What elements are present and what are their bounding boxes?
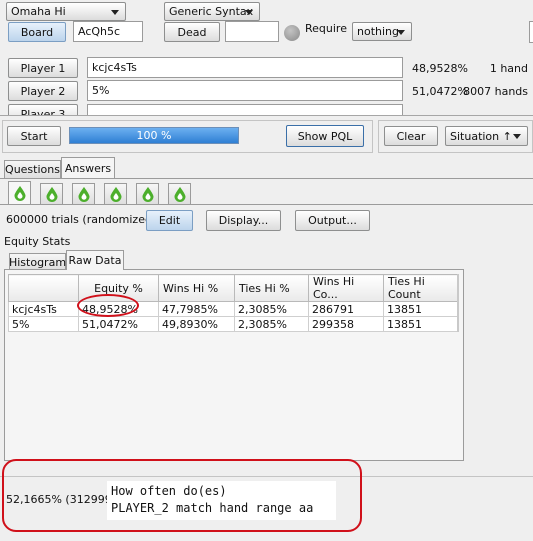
table-cell: 286791: [308, 301, 384, 317]
output-button[interactable]: Output...: [295, 210, 370, 231]
table-cell: 49,8930%: [158, 316, 235, 332]
edit-button[interactable]: Edit: [146, 210, 193, 231]
chevron-down-icon: [513, 134, 521, 139]
situation-select-value: Situation ↑: [450, 129, 512, 143]
dead-field[interactable]: [225, 21, 279, 42]
game-select-value: Omaha Hi: [11, 5, 66, 18]
table-cell: 13851: [383, 301, 459, 317]
syntax-select-value: Generic Syntax: [169, 5, 254, 18]
player-2-hands: 8007 hands: [463, 85, 528, 98]
clear-button[interactable]: Clear: [384, 126, 438, 146]
chevron-down-icon: [111, 9, 119, 15]
trials-text: 600000 trials (randomized): [6, 213, 157, 226]
table-cell: 13851: [383, 316, 459, 332]
equity-stats-label: Equity Stats: [4, 235, 71, 248]
annotation-ellipse: [77, 294, 139, 317]
chevron-down-icon: [397, 29, 405, 35]
situation-select[interactable]: Situation ↑: [445, 126, 528, 146]
column-header[interactable]: Ties Hi %: [234, 274, 309, 302]
tab-questions[interactable]: Questions: [4, 160, 61, 178]
player-1-button[interactable]: Player 1: [8, 58, 78, 78]
drop-icon: [110, 187, 121, 202]
require-select-value: nothing: [357, 25, 399, 38]
tab-answers[interactable]: Answers: [61, 157, 115, 178]
player-drop-tab[interactable]: [8, 181, 31, 204]
tab-histogram[interactable]: Histogram: [9, 253, 66, 270]
show-pql-button[interactable]: Show PQL: [286, 125, 364, 147]
table-cell: 299358: [308, 316, 384, 332]
player-drop-tab[interactable]: [168, 183, 191, 204]
player-drop-tab[interactable]: [40, 183, 63, 204]
player-3-button[interactable]: Player 3: [8, 104, 78, 115]
drop-tab-baseline: [0, 204, 533, 205]
table-cell: 5%: [8, 316, 79, 332]
drop-icon: [142, 187, 153, 202]
player-3-range-input[interactable]: [87, 104, 403, 115]
player-3-row-clip: Player 3: [0, 104, 533, 115]
syntax-select[interactable]: Generic Syntax: [164, 2, 260, 21]
board-field[interactable]: AcQh5c: [73, 21, 143, 42]
tab-baseline: [0, 178, 533, 179]
table-cell: 2,3085%: [234, 316, 309, 332]
table-row[interactable]: 5% 51,0472% 49,8930% 2,3085% 299358 1385…: [8, 316, 459, 332]
player-1-hands: 1 hand: [489, 62, 528, 75]
column-header[interactable]: [8, 274, 79, 302]
results-table: Equity % Wins Hi % Ties Hi % Wins Hi Co.…: [8, 274, 459, 332]
player-1-range-input[interactable]: kcjc4sTs: [87, 57, 403, 78]
column-header[interactable]: Ties Hi Count: [383, 274, 459, 302]
player-2-button[interactable]: Player 2: [8, 81, 78, 101]
player-2-range-input[interactable]: 5%: [87, 80, 403, 101]
scrollbar-track[interactable]: [457, 274, 459, 332]
divider: [0, 115, 533, 116]
table-header-row: Equity % Wins Hi % Ties Hi % Wins Hi Co.…: [8, 274, 459, 302]
drop-icon: [14, 186, 25, 201]
require-label: Require: [305, 22, 347, 35]
results-table-wrap: Equity % Wins Hi % Ties Hi % Wins Hi Co.…: [8, 274, 459, 332]
annotation-rect: [2, 459, 362, 532]
player-drop-tab[interactable]: [104, 183, 127, 204]
chevron-down-icon: [245, 9, 253, 15]
drop-icon: [78, 187, 89, 202]
board-button[interactable]: Board: [8, 22, 66, 42]
drop-icon: [174, 187, 185, 202]
progress-text: 100 %: [136, 129, 172, 142]
player-2-equity: 51,0472%: [412, 85, 468, 98]
tab-raw-data[interactable]: Raw Data: [66, 250, 124, 270]
dead-button[interactable]: Dead: [164, 22, 220, 42]
column-header[interactable]: Wins Hi %: [158, 274, 235, 302]
right-edge-field: [529, 21, 533, 43]
table-cell: 2,3085%: [234, 301, 309, 317]
table-cell: 51,0472%: [78, 316, 159, 332]
table-row[interactable]: kcjc4sTs 48,9528% 47,7985% 2,3085% 28679…: [8, 301, 459, 317]
start-button[interactable]: Start: [7, 126, 61, 146]
progress-bar: 100 %: [69, 127, 239, 144]
drop-icon: [46, 187, 57, 202]
display-button[interactable]: Display...: [206, 210, 281, 231]
table-cell: 47,7985%: [158, 301, 235, 317]
require-indicator[interactable]: [284, 25, 300, 41]
game-select[interactable]: Omaha Hi: [6, 2, 126, 21]
player-drop-tab[interactable]: [72, 183, 95, 204]
require-select[interactable]: nothing: [352, 22, 412, 41]
player-1-equity: 48,9528%: [412, 62, 468, 75]
table-cell: kcjc4sTs: [8, 301, 79, 317]
column-header[interactable]: Wins Hi Co...: [308, 274, 384, 302]
player-drop-tab[interactable]: [136, 183, 159, 204]
